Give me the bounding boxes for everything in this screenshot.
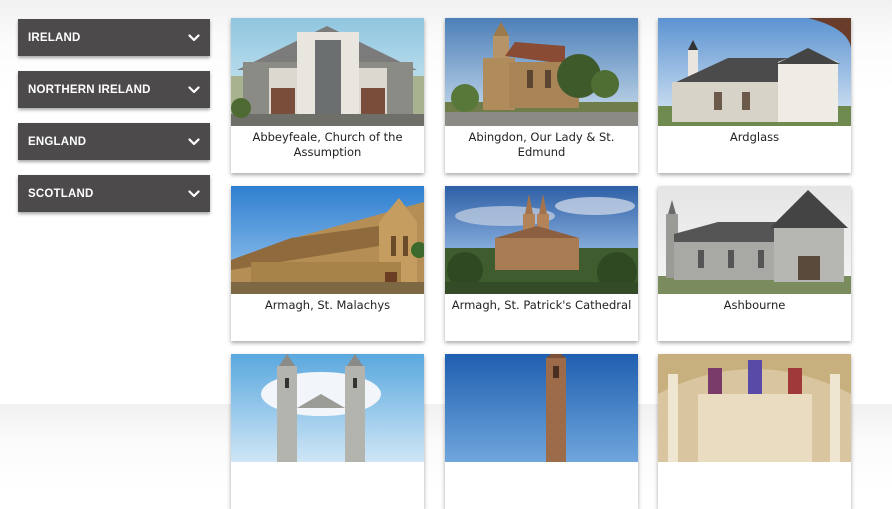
church-caption: Armagh, St. Malachys [264, 298, 391, 312]
church-card-armagh-st-patricks[interactable]: Armagh, St. Patrick's Cathedral [445, 186, 638, 341]
church-caption: Abbeyfeale, Church of the Assumption [252, 130, 403, 159]
church-photo [231, 186, 424, 294]
accordion-ireland[interactable]: IRELAND [18, 19, 210, 56]
church-card-abbeyfeale[interactable]: Abbeyfeale, Church of the Assumption [231, 18, 424, 173]
church-card-abingdon[interactable]: Abingdon, Our Lady & St. Edmund [445, 18, 638, 173]
church-photo [231, 18, 424, 126]
accordion-label: ENGLAND [28, 135, 87, 148]
chevron-down-icon [188, 137, 200, 145]
church-photo [658, 18, 851, 126]
accordion-label: NORTHERN IRELAND [28, 83, 151, 96]
church-card[interactable] [231, 354, 424, 509]
church-photo [445, 354, 638, 462]
accordion-northern-ireland[interactable]: NORTHERN IRELAND [18, 71, 210, 108]
accordion-england[interactable]: ENGLAND [18, 123, 210, 160]
church-card[interactable] [445, 354, 638, 509]
church-photo [658, 354, 851, 462]
church-card-ashbourne[interactable]: Ashbourne [658, 186, 851, 341]
chevron-down-icon [188, 85, 200, 93]
church-photo [231, 354, 424, 462]
church-caption: Ashbourne [723, 298, 786, 312]
church-caption: Ardglass [729, 130, 780, 144]
accordion-label: SCOTLAND [28, 187, 94, 200]
accordion-label: IRELAND [28, 31, 81, 44]
church-photo [658, 186, 851, 294]
chevron-down-icon [188, 33, 200, 41]
region-sidebar: IRELAND NORTHERN IRELAND ENGLAND SCOTLAN… [18, 19, 210, 227]
church-card[interactable] [658, 354, 851, 509]
church-caption: Abingdon, Our Lady & St. Edmund [468, 130, 615, 159]
church-card-armagh-st-malachys[interactable]: Armagh, St. Malachys [231, 186, 424, 341]
chevron-down-icon [188, 189, 200, 197]
church-photo [445, 18, 638, 126]
church-photo [445, 186, 638, 294]
accordion-scotland[interactable]: SCOTLAND [18, 175, 210, 212]
church-caption: Armagh, St. Patrick's Cathedral [451, 298, 632, 312]
church-card-ardglass[interactable]: Ardglass [658, 18, 851, 173]
